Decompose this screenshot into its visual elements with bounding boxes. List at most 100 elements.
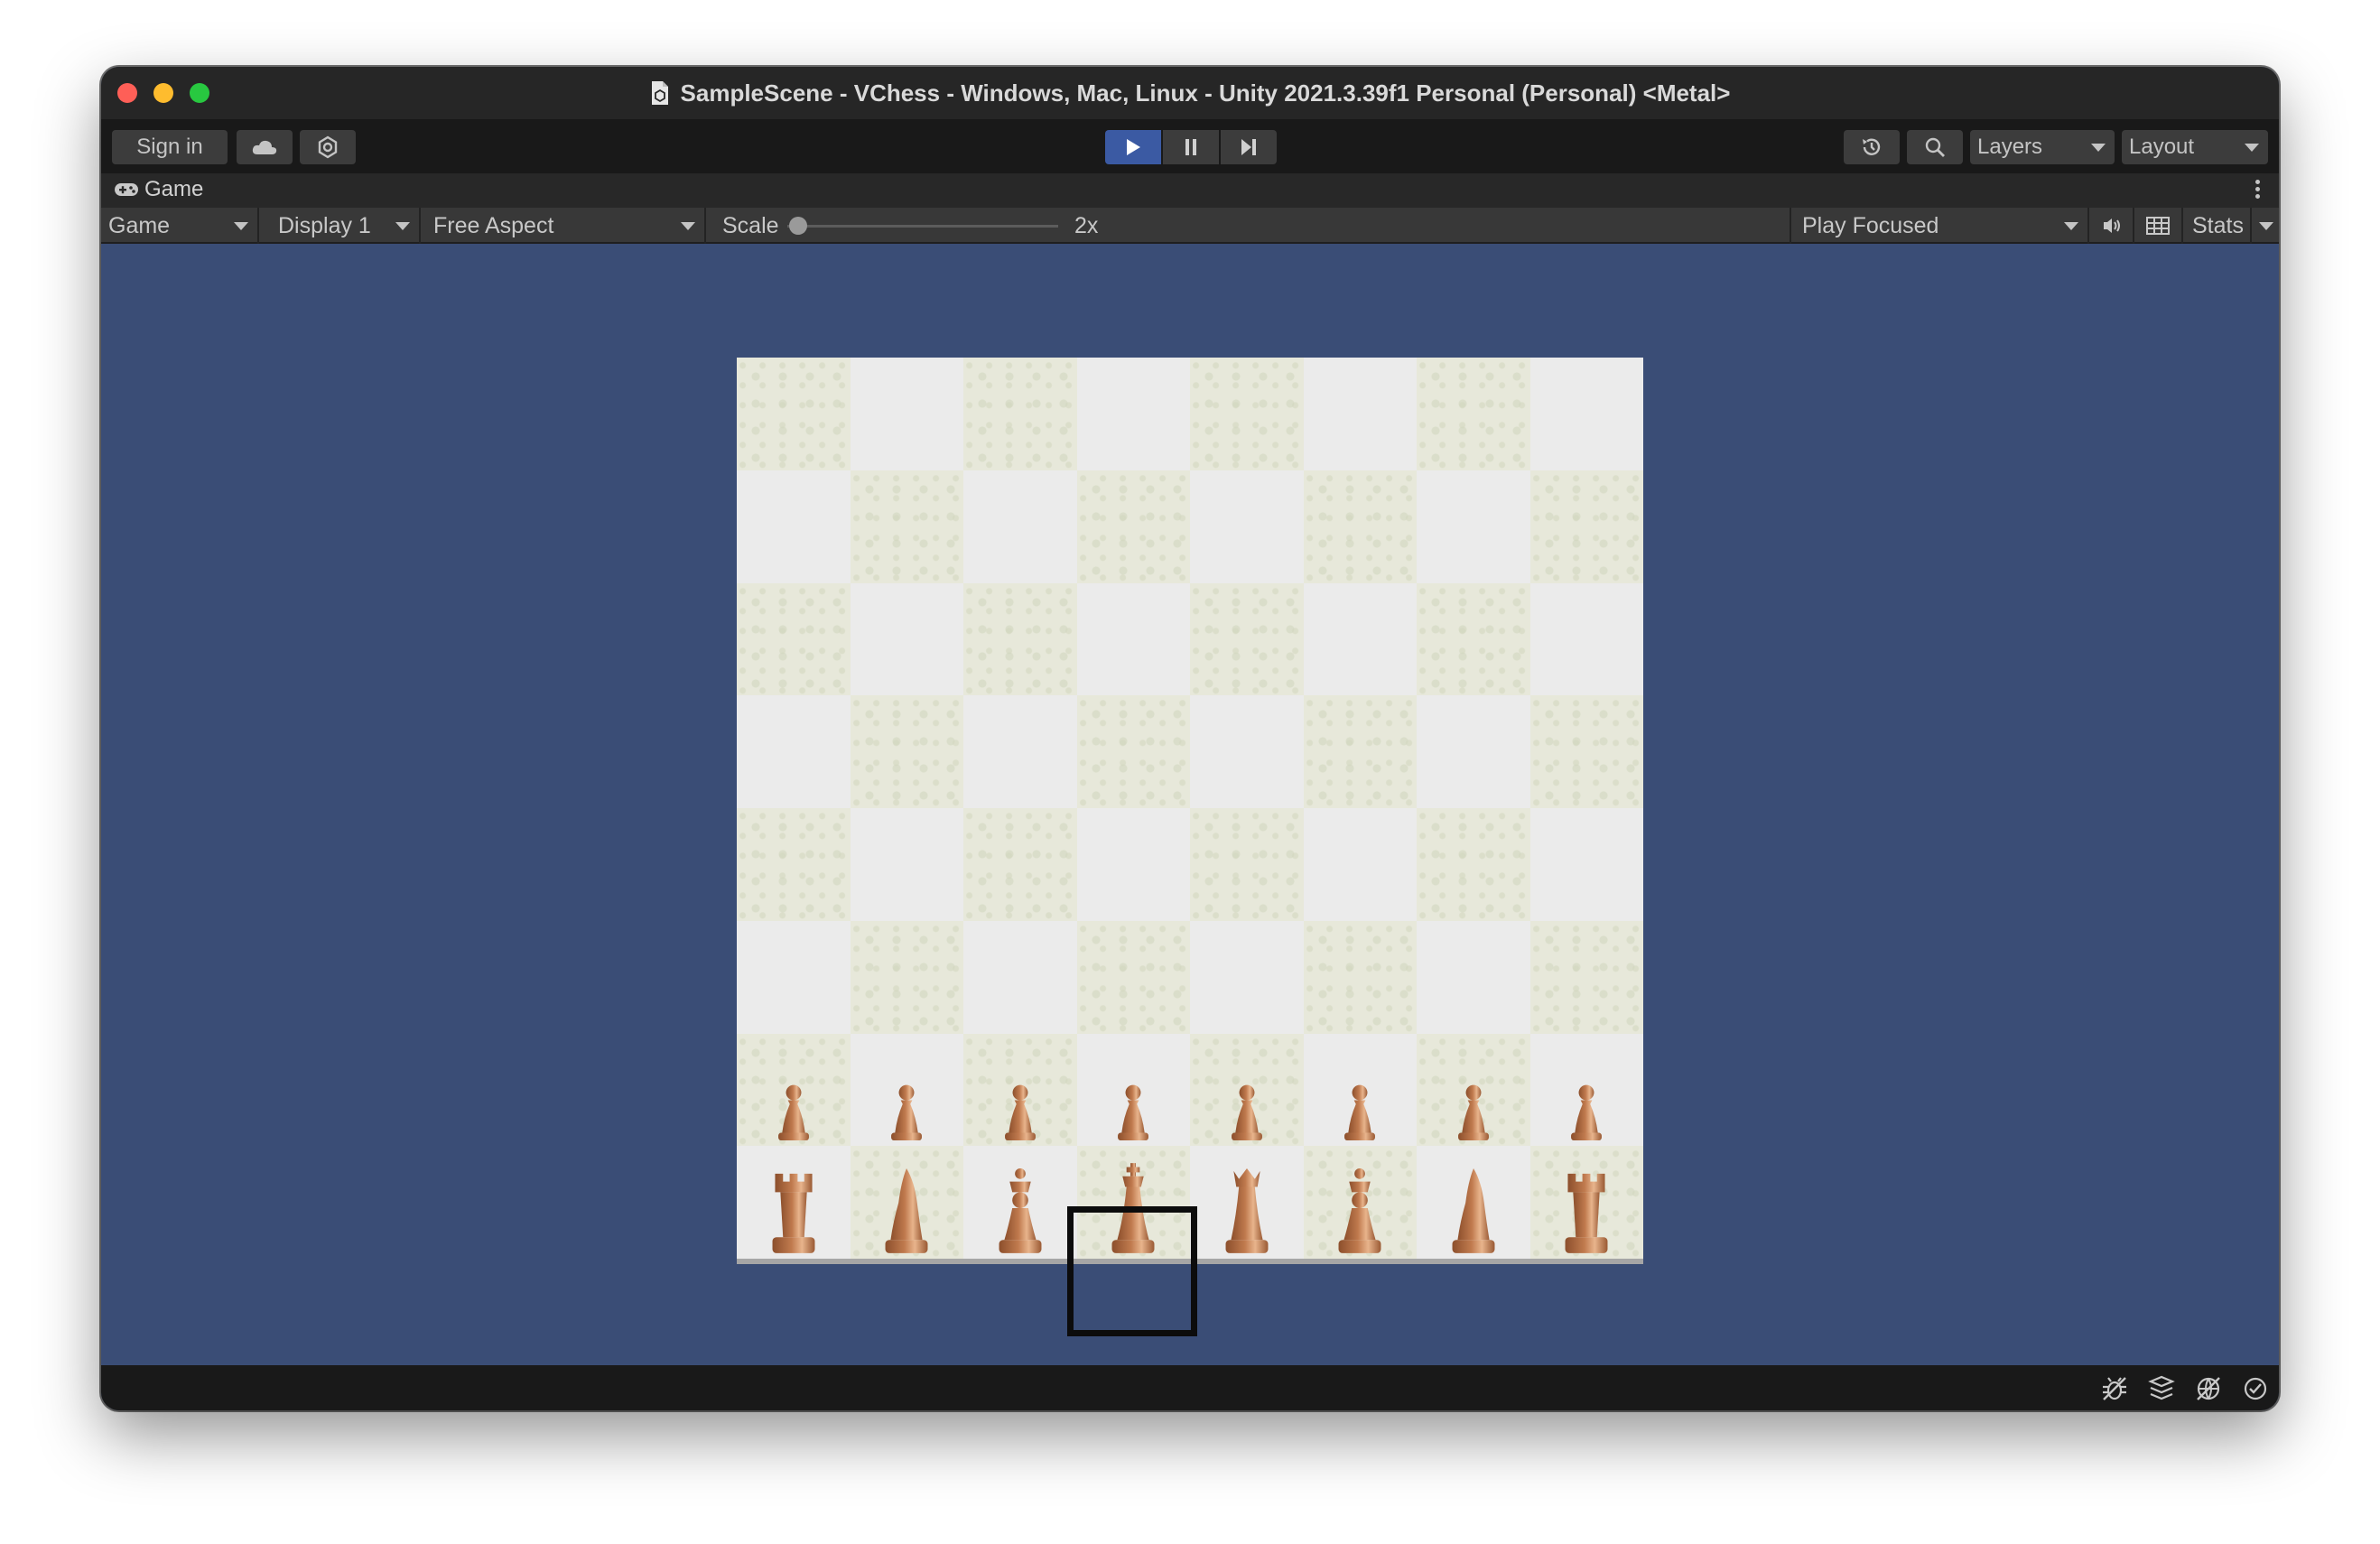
pawn-piece-icon[interactable] xyxy=(991,1075,1049,1141)
search-button[interactable] xyxy=(1907,130,1963,164)
square-e2[interactable] xyxy=(1190,1033,1304,1147)
square-b3[interactable] xyxy=(850,920,963,1034)
pawn-piece-icon[interactable] xyxy=(765,1075,823,1141)
aspect-dropdown[interactable]: Free Aspect xyxy=(421,208,706,244)
stats-button[interactable]: Stats xyxy=(2183,208,2252,244)
pawn-piece-icon[interactable] xyxy=(1218,1075,1276,1141)
square-b8[interactable] xyxy=(850,358,963,470)
square-b4[interactable] xyxy=(850,808,963,921)
grid-toggle-button[interactable] xyxy=(2134,208,2183,244)
square-a3[interactable] xyxy=(737,920,851,1034)
square-a1[interactable] xyxy=(737,1146,851,1259)
square-e4[interactable] xyxy=(1190,808,1304,921)
square-h1[interactable] xyxy=(1529,1146,1643,1259)
cloud-button[interactable] xyxy=(237,130,293,164)
scale-slider-track[interactable] xyxy=(787,225,1058,228)
square-c3[interactable] xyxy=(963,920,1077,1034)
square-h5[interactable] xyxy=(1529,695,1643,808)
square-d5[interactable] xyxy=(1076,695,1190,808)
square-g5[interactable] xyxy=(1417,695,1530,808)
square-h7[interactable] xyxy=(1529,470,1643,583)
square-a6[interactable] xyxy=(737,582,851,696)
square-g1[interactable] xyxy=(1417,1146,1530,1259)
square-d8[interactable] xyxy=(1076,358,1190,470)
square-b1[interactable] xyxy=(850,1146,963,1259)
knight-piece-icon[interactable] xyxy=(1434,1163,1513,1253)
queen-piece-icon[interactable] xyxy=(1207,1163,1287,1253)
square-h8[interactable] xyxy=(1529,358,1643,470)
bishop-piece-icon[interactable] xyxy=(1320,1163,1399,1253)
square-h4[interactable] xyxy=(1529,808,1643,921)
pawn-piece-icon[interactable] xyxy=(1445,1075,1502,1141)
knight-piece-icon[interactable] xyxy=(867,1163,946,1253)
panel-menu-button[interactable] xyxy=(2255,177,2261,201)
square-e7[interactable] xyxy=(1190,470,1304,583)
square-g8[interactable] xyxy=(1417,358,1530,470)
play-button[interactable] xyxy=(1105,130,1161,164)
square-f2[interactable] xyxy=(1303,1033,1417,1147)
square-c7[interactable] xyxy=(963,470,1077,583)
square-f4[interactable] xyxy=(1303,808,1417,921)
square-e3[interactable] xyxy=(1190,920,1304,1034)
square-a5[interactable] xyxy=(737,695,851,808)
collab-button[interactable] xyxy=(300,130,356,164)
square-g3[interactable] xyxy=(1417,920,1530,1034)
square-g4[interactable] xyxy=(1417,808,1530,921)
square-a2[interactable] xyxy=(737,1033,851,1147)
gizmos-caret-area[interactable] xyxy=(2252,208,2279,244)
square-b6[interactable] xyxy=(850,582,963,696)
square-f3[interactable] xyxy=(1303,920,1417,1034)
debug-icon[interactable] xyxy=(2100,1374,2129,1403)
square-g7[interactable] xyxy=(1417,470,1530,583)
square-e6[interactable] xyxy=(1190,582,1304,696)
scale-slider-handle[interactable] xyxy=(789,217,807,235)
maximize-window-button[interactable] xyxy=(190,83,209,103)
minimize-window-button[interactable] xyxy=(153,83,173,103)
square-h3[interactable] xyxy=(1529,920,1643,1034)
rook-piece-icon[interactable] xyxy=(754,1163,833,1253)
step-button[interactable] xyxy=(1221,130,1277,164)
square-c6[interactable] xyxy=(963,582,1077,696)
mute-audio-button[interactable] xyxy=(2089,208,2134,244)
pause-button[interactable] xyxy=(1163,130,1219,164)
square-b5[interactable] xyxy=(850,695,963,808)
view-mode-dropdown[interactable]: Game xyxy=(101,208,259,244)
layers-dropdown[interactable]: Layers xyxy=(1970,130,2115,164)
square-a7[interactable] xyxy=(737,470,851,583)
square-c1[interactable] xyxy=(963,1146,1077,1259)
square-c8[interactable] xyxy=(963,358,1077,470)
square-f6[interactable] xyxy=(1303,582,1417,696)
play-focused-dropdown[interactable]: Play Focused xyxy=(1790,208,2089,244)
square-f5[interactable] xyxy=(1303,695,1417,808)
square-b2[interactable] xyxy=(850,1033,963,1147)
layout-dropdown[interactable]: Layout xyxy=(2122,130,2268,164)
history-button[interactable] xyxy=(1844,130,1900,164)
square-b7[interactable] xyxy=(850,470,963,583)
square-d3[interactable] xyxy=(1076,920,1190,1034)
square-a8[interactable] xyxy=(737,358,851,470)
square-a4[interactable] xyxy=(737,808,851,921)
display-dropdown[interactable]: Display 1 xyxy=(265,208,421,244)
square-h2[interactable] xyxy=(1529,1033,1643,1147)
square-f8[interactable] xyxy=(1303,358,1417,470)
square-h6[interactable] xyxy=(1529,582,1643,696)
game-viewport[interactable] xyxy=(101,246,2279,1364)
square-e5[interactable] xyxy=(1190,695,1304,808)
sign-in-button[interactable]: Sign in xyxy=(112,130,228,164)
square-d4[interactable] xyxy=(1076,808,1190,921)
square-d2[interactable] xyxy=(1076,1033,1190,1147)
square-f1[interactable] xyxy=(1303,1146,1417,1259)
tab-game[interactable]: Game xyxy=(114,177,203,202)
network-icon[interactable] xyxy=(2194,1374,2223,1403)
square-c5[interactable] xyxy=(963,695,1077,808)
square-f7[interactable] xyxy=(1303,470,1417,583)
bishop-piece-icon[interactable] xyxy=(981,1163,1060,1253)
pawn-piece-icon[interactable] xyxy=(1331,1075,1389,1141)
rook-piece-icon[interactable] xyxy=(1547,1163,1626,1253)
square-d7[interactable] xyxy=(1076,470,1190,583)
close-window-button[interactable] xyxy=(117,83,137,103)
pawn-piece-icon[interactable] xyxy=(1557,1075,1615,1141)
square-e8[interactable] xyxy=(1190,358,1304,470)
square-g6[interactable] xyxy=(1417,582,1530,696)
square-c2[interactable] xyxy=(963,1033,1077,1147)
